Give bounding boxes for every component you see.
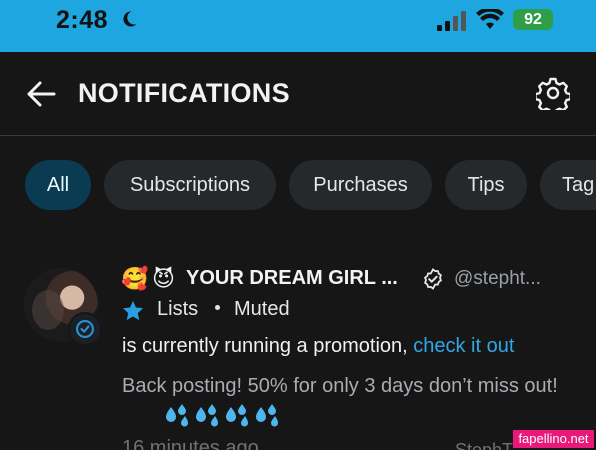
- star-icon: [123, 301, 143, 321]
- check-it-out-link[interactable]: check it out: [413, 335, 514, 357]
- notification-item[interactable]: 🥰 😈 YOUR DREAM GIRL ... @stepht... Lists…: [0, 258, 596, 450]
- tab-all[interactable]: All: [25, 160, 91, 210]
- separator-dot: [215, 305, 220, 310]
- user-handle[interactable]: @stepht...: [454, 268, 541, 290]
- status-bar: 2:48 92: [0, 0, 596, 52]
- watermark: fapellino.net: [513, 430, 594, 448]
- tab-purchases[interactable]: Purchases: [289, 160, 432, 210]
- smiling-hearts-emoji: 🥰: [121, 266, 149, 291]
- filter-tabs: All Subscriptions Purchases Tips Tag: [0, 160, 596, 212]
- sweat-droplets-emoji: [166, 404, 278, 427]
- signal-icon: [437, 11, 466, 31]
- muted-label[interactable]: Muted: [234, 298, 290, 321]
- gear-icon[interactable]: [536, 76, 570, 110]
- tab-tags[interactable]: Tag: [540, 160, 596, 210]
- message-text: is currently running a promotion,: [122, 335, 414, 357]
- devil-emoji: 😈: [152, 266, 175, 291]
- page-title: NOTIFICATIONS: [78, 78, 290, 108]
- user-name[interactable]: YOUR DREAM GIRL ...: [186, 267, 398, 290]
- back-arrow-icon[interactable]: [26, 80, 56, 108]
- moon-icon: [123, 11, 137, 27]
- notification-message: is currently running a promotion, check …: [122, 335, 514, 358]
- verified-check-icon: [424, 268, 442, 290]
- status-time: 2:48: [56, 6, 109, 34]
- wifi-icon: [476, 9, 504, 29]
- battery-indicator: 92: [513, 9, 553, 30]
- tab-subscriptions[interactable]: Subscriptions: [104, 160, 276, 210]
- tab-tips[interactable]: Tips: [445, 160, 527, 210]
- verified-badge-icon: [68, 312, 102, 346]
- header-bar: NOTIFICATIONS: [0, 52, 596, 136]
- lists-label[interactable]: Lists: [157, 298, 198, 321]
- notification-time: 16 minutes ago: [122, 437, 259, 450]
- post-preview: Back posting! 50% for only 3 days don’t …: [122, 375, 558, 397]
